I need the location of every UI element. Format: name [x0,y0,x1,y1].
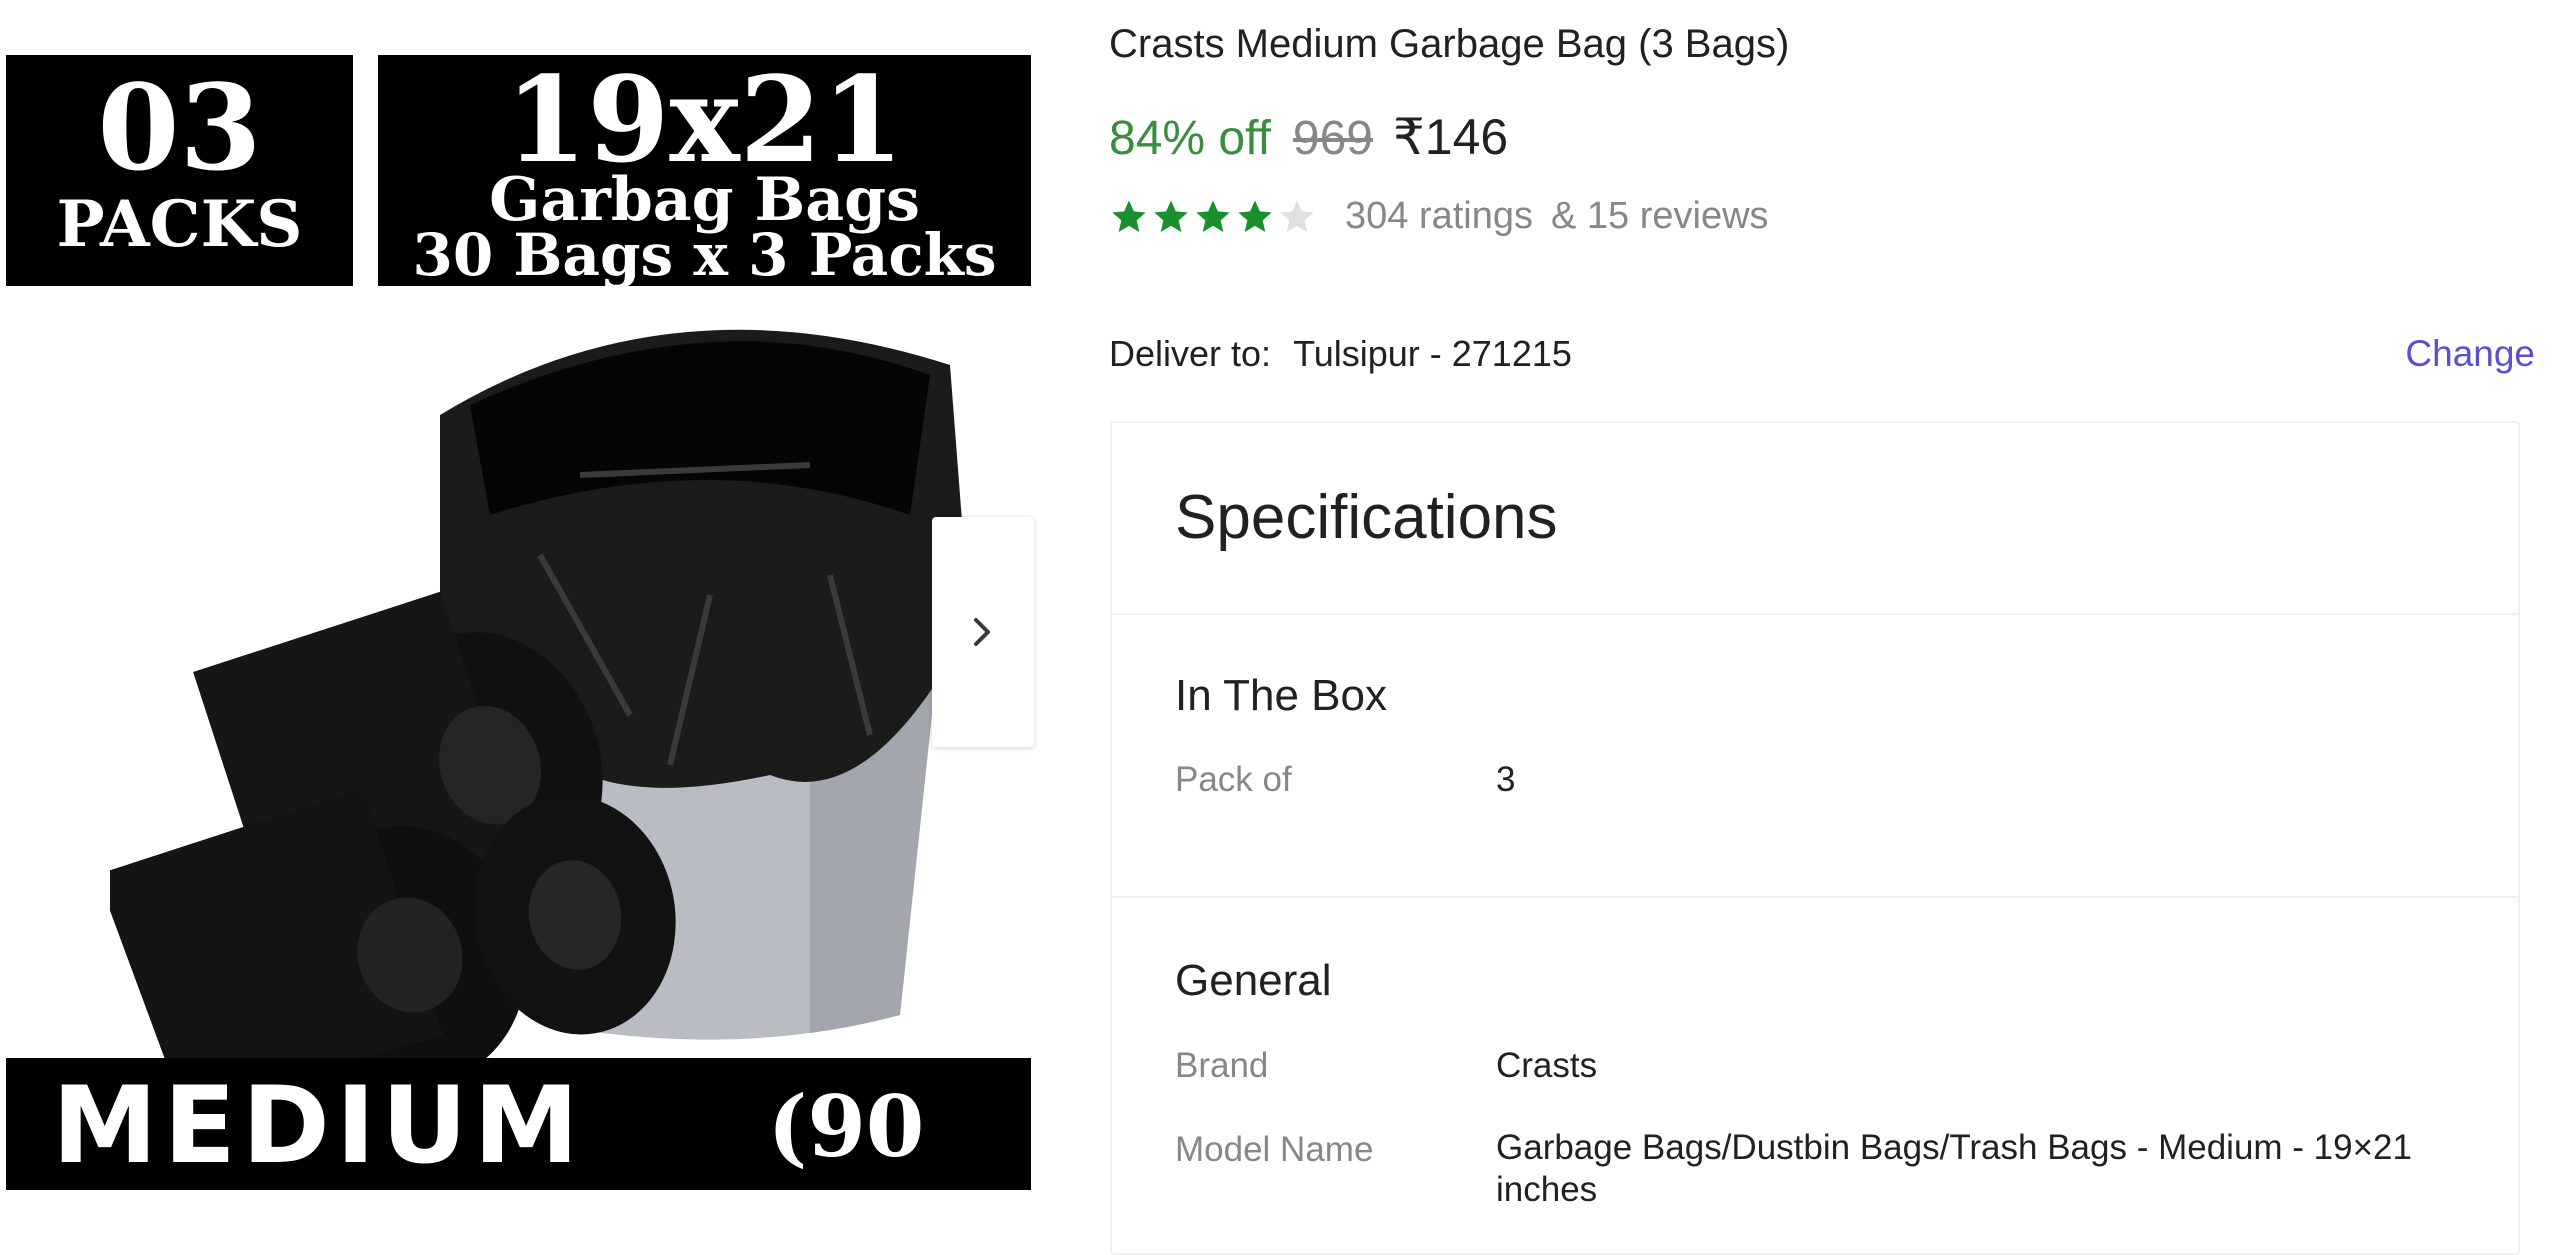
specifications-card: Specifications In The Box Pack of 3 Gene… [1110,421,2520,1255]
price-row: 84% off 969 ₹146 [1109,108,1508,166]
divider [1112,613,2518,615]
medium-badge-count: (90 Bags) [710,1077,981,1213]
delivery-location: Tulsipur - 271215 [1293,333,1572,374]
spec-value-pack-of: 3 [1496,760,1516,799]
delivery-row: Deliver to: Tulsipur - 271215 Change [1109,333,2535,375]
size-badge: 19x21 Garbag Bags 30 Bags x 3 Packs [378,50,1031,289]
spec-key-brand: Brand [1175,1046,1269,1085]
rating-row[interactable]: 304 ratings & 15 reviews [1109,195,1769,238]
discount-percent: 84% off [1109,112,1271,165]
ratings-count: 304 ratings [1345,195,1534,237]
star-filled-icon [1112,199,1146,232]
star-empty-icon [1280,199,1314,232]
spec-group-title-in-the-box: In The Box [1175,671,1387,720]
product-details: Crasts Medium Garbage Bag (3 Bags) 84% o… [1109,0,2560,1255]
packs-badge: 03 PACKS [6,55,353,286]
product-title: Crasts Medium Garbage Bag (3 Bags) [1109,22,1790,66]
packs-badge-label: PACKS [56,187,303,262]
spec-key-model-name: Model Name [1175,1130,1374,1169]
spec-value-brand: Crasts [1496,1046,1598,1085]
spec-key-pack-of: Pack of [1175,760,1292,799]
product-image-panel: 03 PACKS 19x21 Garbag Bags 30 Bags x 3 P… [0,0,1040,1213]
change-location-link[interactable]: Change [2405,333,2535,375]
spec-group-title-general: General [1175,956,1332,1005]
size-badge-dimensions: 19x21 [505,50,904,189]
chevron-right-icon [974,618,990,646]
spec-value-model-name: Garbage Bags/Dustbin Bags/Trash Bags - M… [1496,1128,2412,1209]
size-badge-count: 30 Bags x 3 Packs [412,221,997,289]
original-price: 969 [1292,112,1373,165]
star-filled-icon [1154,199,1188,232]
star-filled-icon [1196,199,1230,232]
medium-badge-size: MEDIUM [52,1064,585,1187]
next-image-button[interactable] [932,517,1034,747]
star-rating [1109,197,1319,237]
deliver-label: Deliver to: [1109,333,1272,374]
specifications-heading: Specifications [1175,483,1558,552]
garbage-bag-illustration [110,329,970,1065]
packs-badge-number: 03 [97,58,262,197]
divider [1112,896,2518,898]
star-filled-icon [1238,199,1272,232]
reviews-count: & 15 reviews [1551,195,1769,237]
medium-badge: MEDIUM (90 Bags) [6,1058,1031,1213]
selling-price: ₹146 [1393,109,1509,165]
